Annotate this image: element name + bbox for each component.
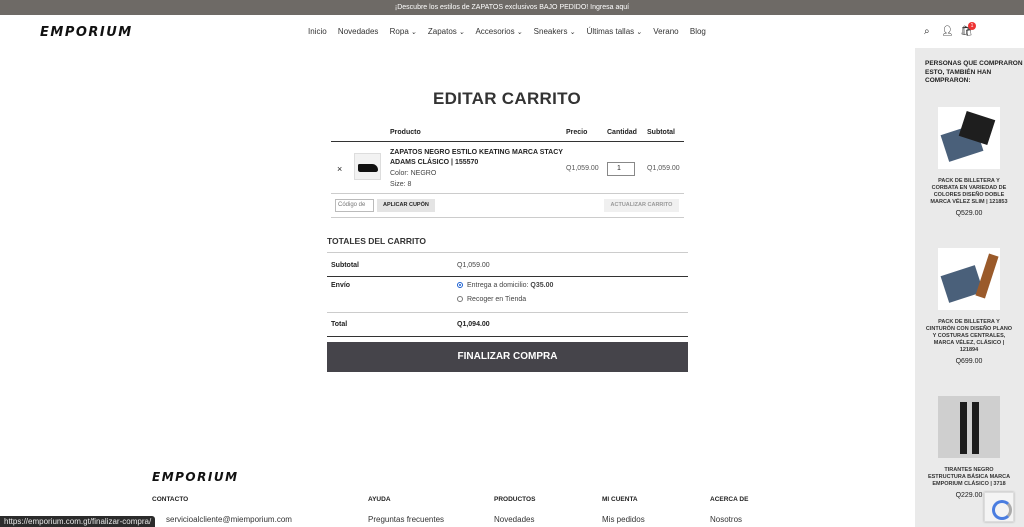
totals-title: TOTALES DEL CARRITO	[327, 236, 427, 246]
footer-logo[interactable]: EMPORIUM	[152, 470, 239, 484]
sidebar-product-price: Q529.00	[955, 210, 983, 217]
shipping-label: Envío	[331, 282, 351, 289]
sidebar-product-price: Q699.00	[955, 358, 983, 365]
cart-table: Producto Precio Cantidad Subtotal × ZAPA…	[331, 125, 684, 218]
apply-coupon-button[interactable]: APLICAR CUPÓN	[377, 199, 435, 212]
chevron-down-icon: ⌄	[636, 29, 643, 36]
chevron-down-icon: ⌄	[516, 29, 523, 36]
cart-count-badge: 1	[968, 22, 976, 30]
footer-link-nosotros[interactable]: Nosotros	[710, 515, 742, 524]
radio-unselected-icon[interactable]	[457, 296, 463, 303]
cart-actions: Código de cupón APLICAR CUPÓN ACTUALIZAR…	[331, 194, 684, 218]
sidebar-product-card[interactable]: PACK DE BILLETERA Y CINTURÓN CON DISEÑO …	[925, 248, 1013, 365]
radio-selected-icon[interactable]	[457, 282, 463, 289]
nav-blog[interactable]: Blog	[690, 27, 706, 36]
header-price: Precio	[566, 129, 588, 136]
brand-logo[interactable]: EMPORIUM	[40, 25, 133, 40]
chevron-down-icon: ⌄	[458, 29, 465, 36]
wallet-belt-image[interactable]	[938, 248, 1000, 310]
footer-link-email[interactable]: servicioalcliente@miemporium.com	[166, 515, 292, 524]
search-icon[interactable]: ⌕	[924, 26, 930, 37]
update-cart-button[interactable]: ACTUALIZAR CARRITO	[604, 199, 679, 212]
footer-heading-acerca-de: ACERCA DE	[710, 496, 749, 503]
product-price: Q1,059.00	[566, 165, 599, 172]
product-name[interactable]: ZAPATOS NEGRO ESTILO KEATING MARCA STACY…	[390, 148, 565, 168]
product-color: Color: NEGRO	[390, 170, 437, 177]
sidebar-product-card[interactable]: PACK DE BILLETERA Y CORBATA EN VARIEDAD …	[925, 107, 1013, 217]
cart-table-header: Producto Precio Cantidad Subtotal	[331, 125, 684, 142]
sidebar-product-card[interactable]: TIRANTES NEGRO ESTRUCTURA BÁSICA MARCA E…	[925, 396, 1013, 499]
nav-zapatos[interactable]: Zapatos ⌄	[428, 27, 465, 36]
footer-heading-contacto: CONTACTO	[152, 496, 189, 503]
nav-ultimas-tallas[interactable]: Últimas tallas ⌄	[587, 27, 642, 36]
header-quantity: Cantidad	[607, 129, 637, 136]
cart-item-row: × ZAPATOS NEGRO ESTILO KEATING MARCA STA…	[331, 142, 684, 194]
remove-item-button[interactable]: ×	[337, 164, 342, 174]
footer-heading-mi-cuenta: MI CUENTA	[602, 496, 638, 503]
header-subtotal: Subtotal	[647, 129, 675, 136]
browser-status-url: https://emporium.com.gt/finalizar-compra…	[0, 516, 156, 527]
footer-link-mis-pedidos[interactable]: Mis pedidos	[602, 515, 645, 524]
shipping-option-delivery[interactable]: Entrega a domicilio: Q35.00	[457, 282, 553, 289]
wallet-tie-image[interactable]	[938, 107, 1000, 169]
total-value: Q1,094.00	[457, 321, 490, 328]
nav-accesorios[interactable]: Accesorios ⌄	[475, 27, 522, 36]
recommendations-sidebar: PERSONAS QUE COMPRARON ESTO, TAMBIÉN HAN…	[915, 48, 1024, 527]
subtotal-label: Subtotal	[331, 262, 359, 269]
shipping-option-pickup[interactable]: Recoger en Tienda	[457, 296, 526, 303]
product-size: Size: 8	[390, 181, 412, 188]
nav-verano[interactable]: Verano	[653, 27, 678, 36]
coupon-input[interactable]: Código de cupón	[335, 199, 374, 212]
header-product: Producto	[390, 129, 421, 136]
footer-heading-productos: PRODUCTOS	[494, 496, 536, 503]
nav-sneakers[interactable]: Sneakers ⌄	[534, 27, 576, 36]
sidebar-product-name[interactable]: PACK DE BILLETERA Y CINTURÓN CON DISEÑO …	[925, 319, 1013, 354]
quantity-input[interactable]: 1	[607, 162, 635, 176]
shoe-image	[358, 164, 378, 172]
user-icon[interactable]: 👤︎	[941, 26, 954, 37]
totals-total-row: Total Q1,094.00	[327, 313, 688, 337]
product-thumbnail[interactable]	[354, 153, 381, 180]
chevron-down-icon: ⌄	[569, 29, 576, 36]
sidebar-title: PERSONAS QUE COMPRARON ESTO, TAMBIÉN HAN…	[925, 60, 1023, 84]
suspenders-image[interactable]	[938, 396, 1000, 458]
totals-shipping-row: Envío Entrega a domicilio: Q35.00 Recoge…	[327, 277, 688, 313]
page-title: EDITAR CARRITO	[432, 89, 582, 108]
footer-link-faq[interactable]: Preguntas frecuentes	[368, 515, 444, 524]
totals-subtotal-row: Subtotal Q1,059.00	[327, 252, 688, 277]
subtotal-value: Q1,059.00	[457, 262, 490, 269]
nav-novedades[interactable]: Novedades	[338, 27, 378, 36]
recaptcha-badge-icon[interactable]	[984, 492, 1014, 522]
product-subtotal: Q1,059.00	[647, 165, 680, 172]
cart-totals: TOTALES DEL CARRITO Subtotal Q1,059.00 E…	[327, 236, 688, 337]
sidebar-product-name[interactable]: TIRANTES NEGRO ESTRUCTURA BÁSICA MARCA E…	[925, 467, 1013, 488]
total-label: Total	[331, 321, 348, 328]
sidebar-product-name[interactable]: PACK DE BILLETERA Y CORBATA EN VARIEDAD …	[925, 178, 1013, 206]
checkout-button[interactable]: FINALIZAR COMPRA	[327, 342, 688, 372]
footer-link-novedades[interactable]: Novedades	[494, 515, 534, 524]
main-nav: Inicio Novedades Ropa ⌄ Zapatos ⌄ Accesori…	[308, 27, 715, 36]
nav-inicio[interactable]: Inicio	[308, 27, 327, 36]
footer-heading-ayuda: AYUDA	[368, 496, 391, 503]
nav-ropa[interactable]: Ropa ⌄	[390, 27, 417, 36]
chevron-down-icon: ⌄	[410, 29, 417, 36]
site-header: EMPORIUM Inicio Novedades Ropa ⌄ Zapatos ⌄…	[0, 15, 1024, 49]
announcement-bar[interactable]: ¡Descubre los estilos de ZAPATOS exclusi…	[0, 0, 1024, 15]
